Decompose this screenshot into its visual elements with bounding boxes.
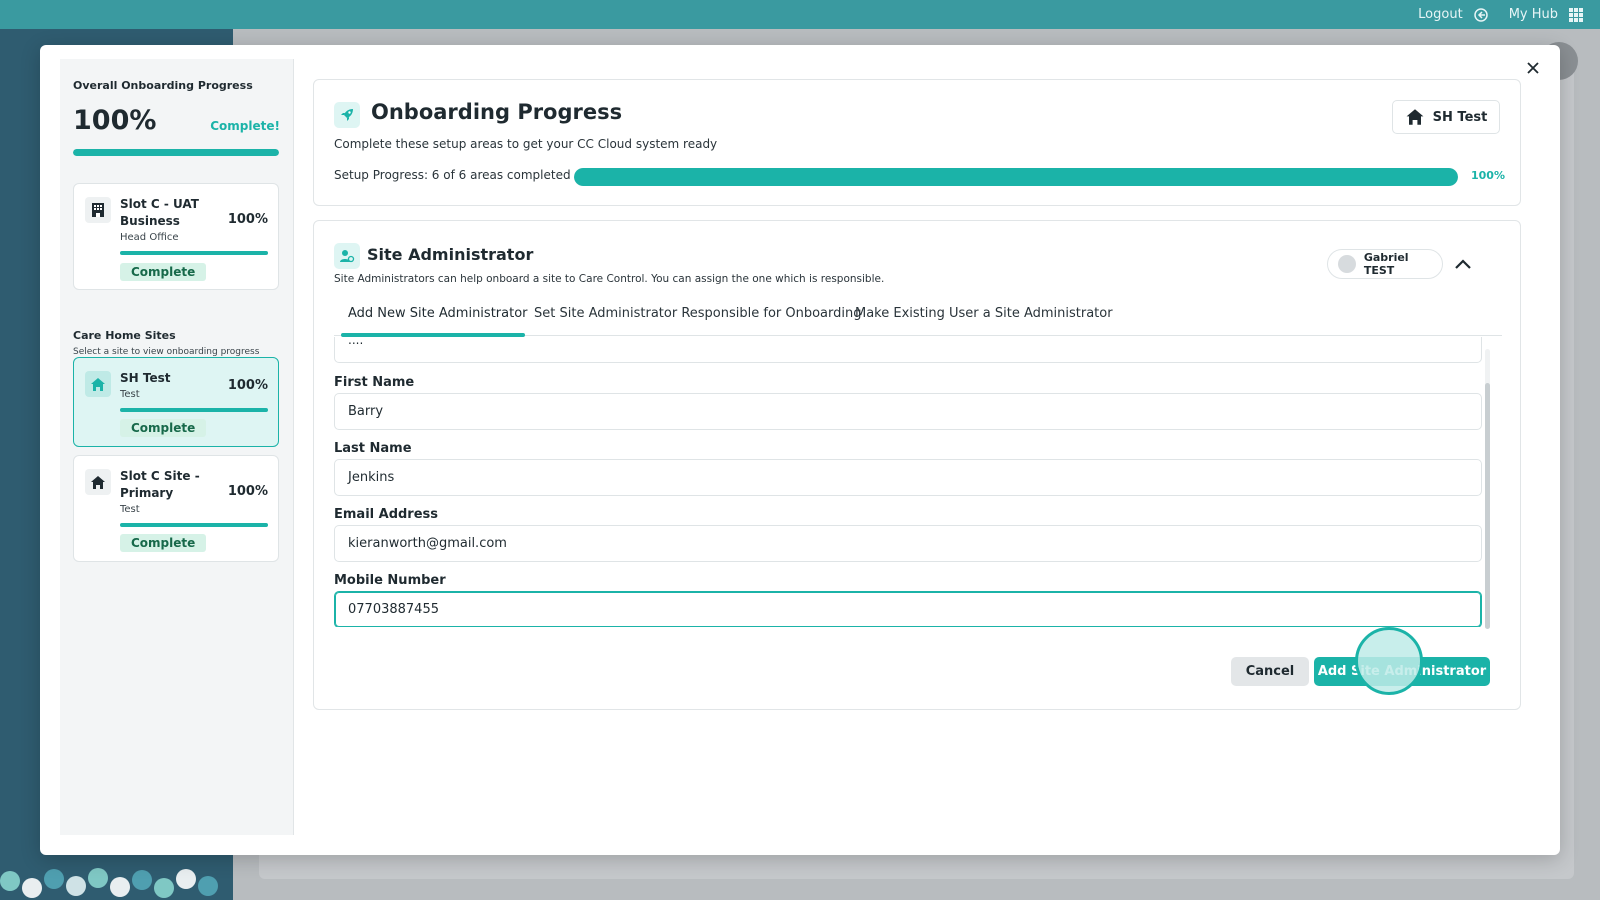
business-status-badge: Complete [120, 263, 207, 281]
business-percent: 100% [227, 212, 268, 227]
first-name-label: First Name [334, 375, 415, 390]
business-progress-bar [120, 251, 268, 255]
top-bar: Logout My Hub [0, 0, 1600, 29]
site-subtitle: Test [120, 504, 140, 515]
onboarding-subtitle: Complete these setup areas to get your C… [334, 137, 718, 151]
email-field[interactable]: kieranworth@gmail.com [334, 525, 1482, 562]
building-icon [85, 197, 111, 223]
business-subtitle: Head Office [120, 232, 179, 243]
setup-progress-percent: 100% [1471, 169, 1505, 182]
sidebar-pattern [0, 866, 233, 900]
overall-progress-label: Overall Onboarding Progress [73, 79, 253, 92]
site-selector-label: SH Test [1432, 109, 1488, 125]
site-name: SH Test [120, 371, 171, 385]
site-subtitle: Test [120, 389, 140, 400]
progress-sidebar: Overall Onboarding Progress 100% Complet… [60, 59, 294, 835]
site-selector-button[interactable]: SH Test [1392, 100, 1500, 134]
business-card[interactable]: Slot C - UAT Business 100% Head Office C… [73, 183, 279, 290]
scrollbar-thumb[interactable] [1485, 383, 1490, 629]
previous-field-input[interactable]: .... [334, 337, 1482, 363]
admin-tabs: Add New Site Administrator Set Site Admi… [334, 306, 1502, 337]
form-scrollbar[interactable] [1485, 349, 1490, 629]
assigned-admin-chip[interactable]: Gabriel TEST [1327, 249, 1443, 279]
site-progress-bar [120, 408, 268, 412]
site-status-badge: Complete [120, 534, 207, 552]
overall-progress-bar [73, 149, 279, 156]
last-name-label: Last Name [334, 441, 412, 456]
first-name-field[interactable]: Barry [334, 393, 1482, 430]
tab-add-new-site-administrator[interactable]: Add New Site Administrator [348, 306, 528, 336]
assigned-admin-name: Gabriel TEST [1363, 251, 1409, 277]
last-name-field[interactable]: Jenkins [334, 459, 1482, 496]
site-card-slot-c-primary[interactable]: Slot C Site - Primary 100% Test Complete [73, 455, 279, 562]
rocket-icon [334, 102, 360, 128]
admin-subtitle: Site Administrators can help onboard a s… [334, 273, 885, 285]
my-hub-link[interactable]: My Hub [1509, 7, 1558, 22]
tab-make-existing-user-administrator[interactable]: Make Existing User a Site Administrator [855, 306, 1113, 336]
site-card-sh-test[interactable]: SH Test 100% Test Complete [73, 357, 279, 447]
overall-status: Complete! [210, 119, 280, 133]
email-label: Email Address [334, 507, 439, 522]
site-administrator-card: Site Administrator Site Administrators c… [313, 220, 1521, 710]
chevron-up-icon[interactable] [1452, 253, 1474, 275]
site-status-badge: Complete [120, 419, 207, 437]
home-icon [1406, 109, 1424, 125]
avatar [1338, 255, 1356, 273]
mobile-number-label: Mobile Number [334, 573, 446, 588]
site-percent: 100% [227, 484, 268, 499]
business-name: Slot C - UAT Business [120, 197, 199, 228]
user-admin-icon [334, 243, 360, 269]
setup-progress-bar [574, 168, 1458, 186]
home-icon [85, 371, 111, 397]
admin-title: Site Administrator [367, 245, 534, 264]
grid-icon[interactable] [1568, 7, 1584, 23]
mobile-number-field[interactable]: 07703887455 [334, 591, 1482, 627]
admin-form: .... First Name Barry Last Name Jenkins … [334, 337, 1484, 627]
add-site-administrator-button[interactable]: Add Site Administrator [1314, 657, 1490, 686]
overall-progress-percent: 100% [73, 105, 157, 136]
site-progress-bar [120, 523, 268, 527]
setup-progress-text: Setup Progress: 6 of 6 areas completed [334, 168, 571, 182]
onboarding-progress-card: Onboarding Progress Complete these setup… [313, 79, 1521, 206]
onboarding-title: Onboarding Progress [371, 100, 623, 124]
logout-icon[interactable] [1473, 7, 1489, 23]
care-home-label: Care Home Sites [73, 329, 176, 342]
care-home-subtitle: Select a site to view onboarding progres… [73, 347, 260, 357]
close-icon[interactable] [1522, 57, 1544, 79]
site-name: Slot C Site - Primary [120, 469, 200, 500]
tab-set-responsible-administrator[interactable]: Set Site Administrator Responsible for O… [534, 306, 862, 336]
logout-link[interactable]: Logout [1418, 7, 1463, 22]
home-icon [85, 469, 111, 495]
onboarding-modal: Overall Onboarding Progress 100% Complet… [40, 45, 1560, 855]
site-percent: 100% [227, 378, 268, 393]
cancel-button[interactable]: Cancel [1231, 657, 1309, 686]
